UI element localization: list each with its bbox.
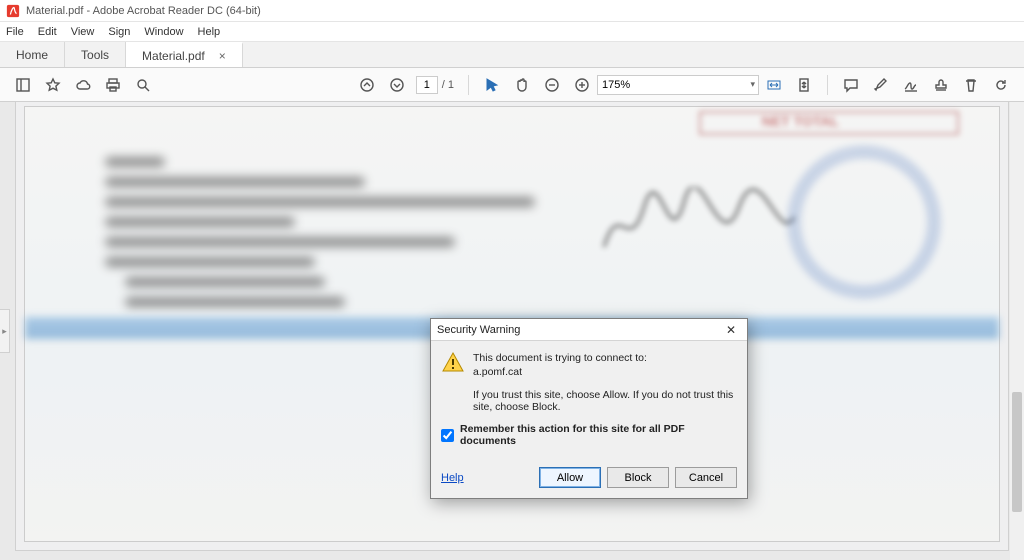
tab-bar: Home Tools Material.pdf × [0, 42, 1024, 68]
tab-document-label: Material.pdf [142, 49, 205, 63]
zoom-in-button[interactable] [571, 74, 593, 96]
doc-stamp [789, 147, 939, 297]
rotate-button[interactable] [990, 74, 1012, 96]
comment-button[interactable] [840, 74, 862, 96]
menu-window[interactable]: Window [144, 26, 183, 38]
allow-button[interactable]: Allow [539, 467, 601, 488]
tab-home[interactable]: Home [0, 42, 65, 67]
tab-home-label: Home [16, 48, 48, 62]
page-up-button[interactable] [356, 74, 378, 96]
stamp-button[interactable] [930, 74, 952, 96]
block-button[interactable]: Block [607, 467, 669, 488]
highlight-button[interactable] [870, 74, 892, 96]
star-button[interactable] [42, 74, 64, 96]
tab-tools-label: Tools [81, 48, 109, 62]
cancel-button[interactable]: Cancel [675, 467, 737, 488]
page-number-input[interactable] [416, 76, 438, 94]
vertical-scrollbar[interactable] [1010, 102, 1024, 560]
scrollbar-thumb[interactable] [1012, 392, 1022, 512]
doc-total-box [699, 111, 959, 135]
toolbar-divider [827, 75, 828, 95]
acrobat-logo-icon [6, 4, 20, 18]
menu-sign[interactable]: Sign [108, 26, 130, 38]
search-button[interactable] [132, 74, 154, 96]
tab-tools[interactable]: Tools [65, 42, 126, 67]
dialog-trust-text: If you trust this site, choose Allow. If… [473, 389, 737, 413]
tab-document[interactable]: Material.pdf × [126, 42, 243, 67]
doc-signature [599, 187, 799, 267]
dialog-close-button[interactable]: ✕ [721, 323, 741, 337]
security-warning-dialog: Security Warning ✕ This document is tryi… [430, 318, 748, 499]
sidebar-toggle-button[interactable] [12, 74, 34, 96]
remember-checkbox[interactable] [441, 429, 454, 442]
dialog-site: a.pomf.cat [473, 365, 647, 379]
selection-tool-button[interactable] [481, 74, 503, 96]
sidebar-expand-handle[interactable]: ▸ [0, 309, 10, 353]
dialog-title: Security Warning [437, 324, 721, 336]
remember-label: Remember this action for this site for a… [460, 423, 737, 447]
toolbar-divider [468, 75, 469, 95]
dialog-message: This document is trying to connect to: [473, 352, 647, 364]
menu-view[interactable]: View [71, 26, 95, 38]
tab-close-icon[interactable]: × [219, 49, 226, 63]
document-viewport: ▸ NET TOTAL Security Warnin [0, 102, 1024, 560]
menu-bar: File Edit View Sign Window Help [0, 22, 1024, 42]
toolbar: / 1 [0, 68, 1024, 102]
hand-tool-button[interactable] [511, 74, 533, 96]
fit-page-button[interactable] [793, 74, 815, 96]
page-count: / 1 [442, 79, 454, 91]
window-title: Material.pdf - Adobe Acrobat Reader DC (… [26, 5, 261, 17]
warning-icon [441, 351, 465, 375]
remember-checkbox-row[interactable]: Remember this action for this site for a… [441, 423, 737, 447]
menu-file[interactable]: File [6, 26, 24, 38]
cloud-button[interactable] [72, 74, 94, 96]
zoom-out-button[interactable] [541, 74, 563, 96]
window-titlebar: Material.pdf - Adobe Acrobat Reader DC (… [0, 0, 1024, 22]
page-down-button[interactable] [386, 74, 408, 96]
menu-help[interactable]: Help [198, 26, 221, 38]
print-button[interactable] [102, 74, 124, 96]
zoom-select[interactable] [597, 75, 759, 95]
help-link[interactable]: Help [441, 472, 464, 484]
sign-button[interactable] [900, 74, 922, 96]
menu-edit[interactable]: Edit [38, 26, 57, 38]
delete-button[interactable] [960, 74, 982, 96]
fit-width-button[interactable] [763, 74, 785, 96]
